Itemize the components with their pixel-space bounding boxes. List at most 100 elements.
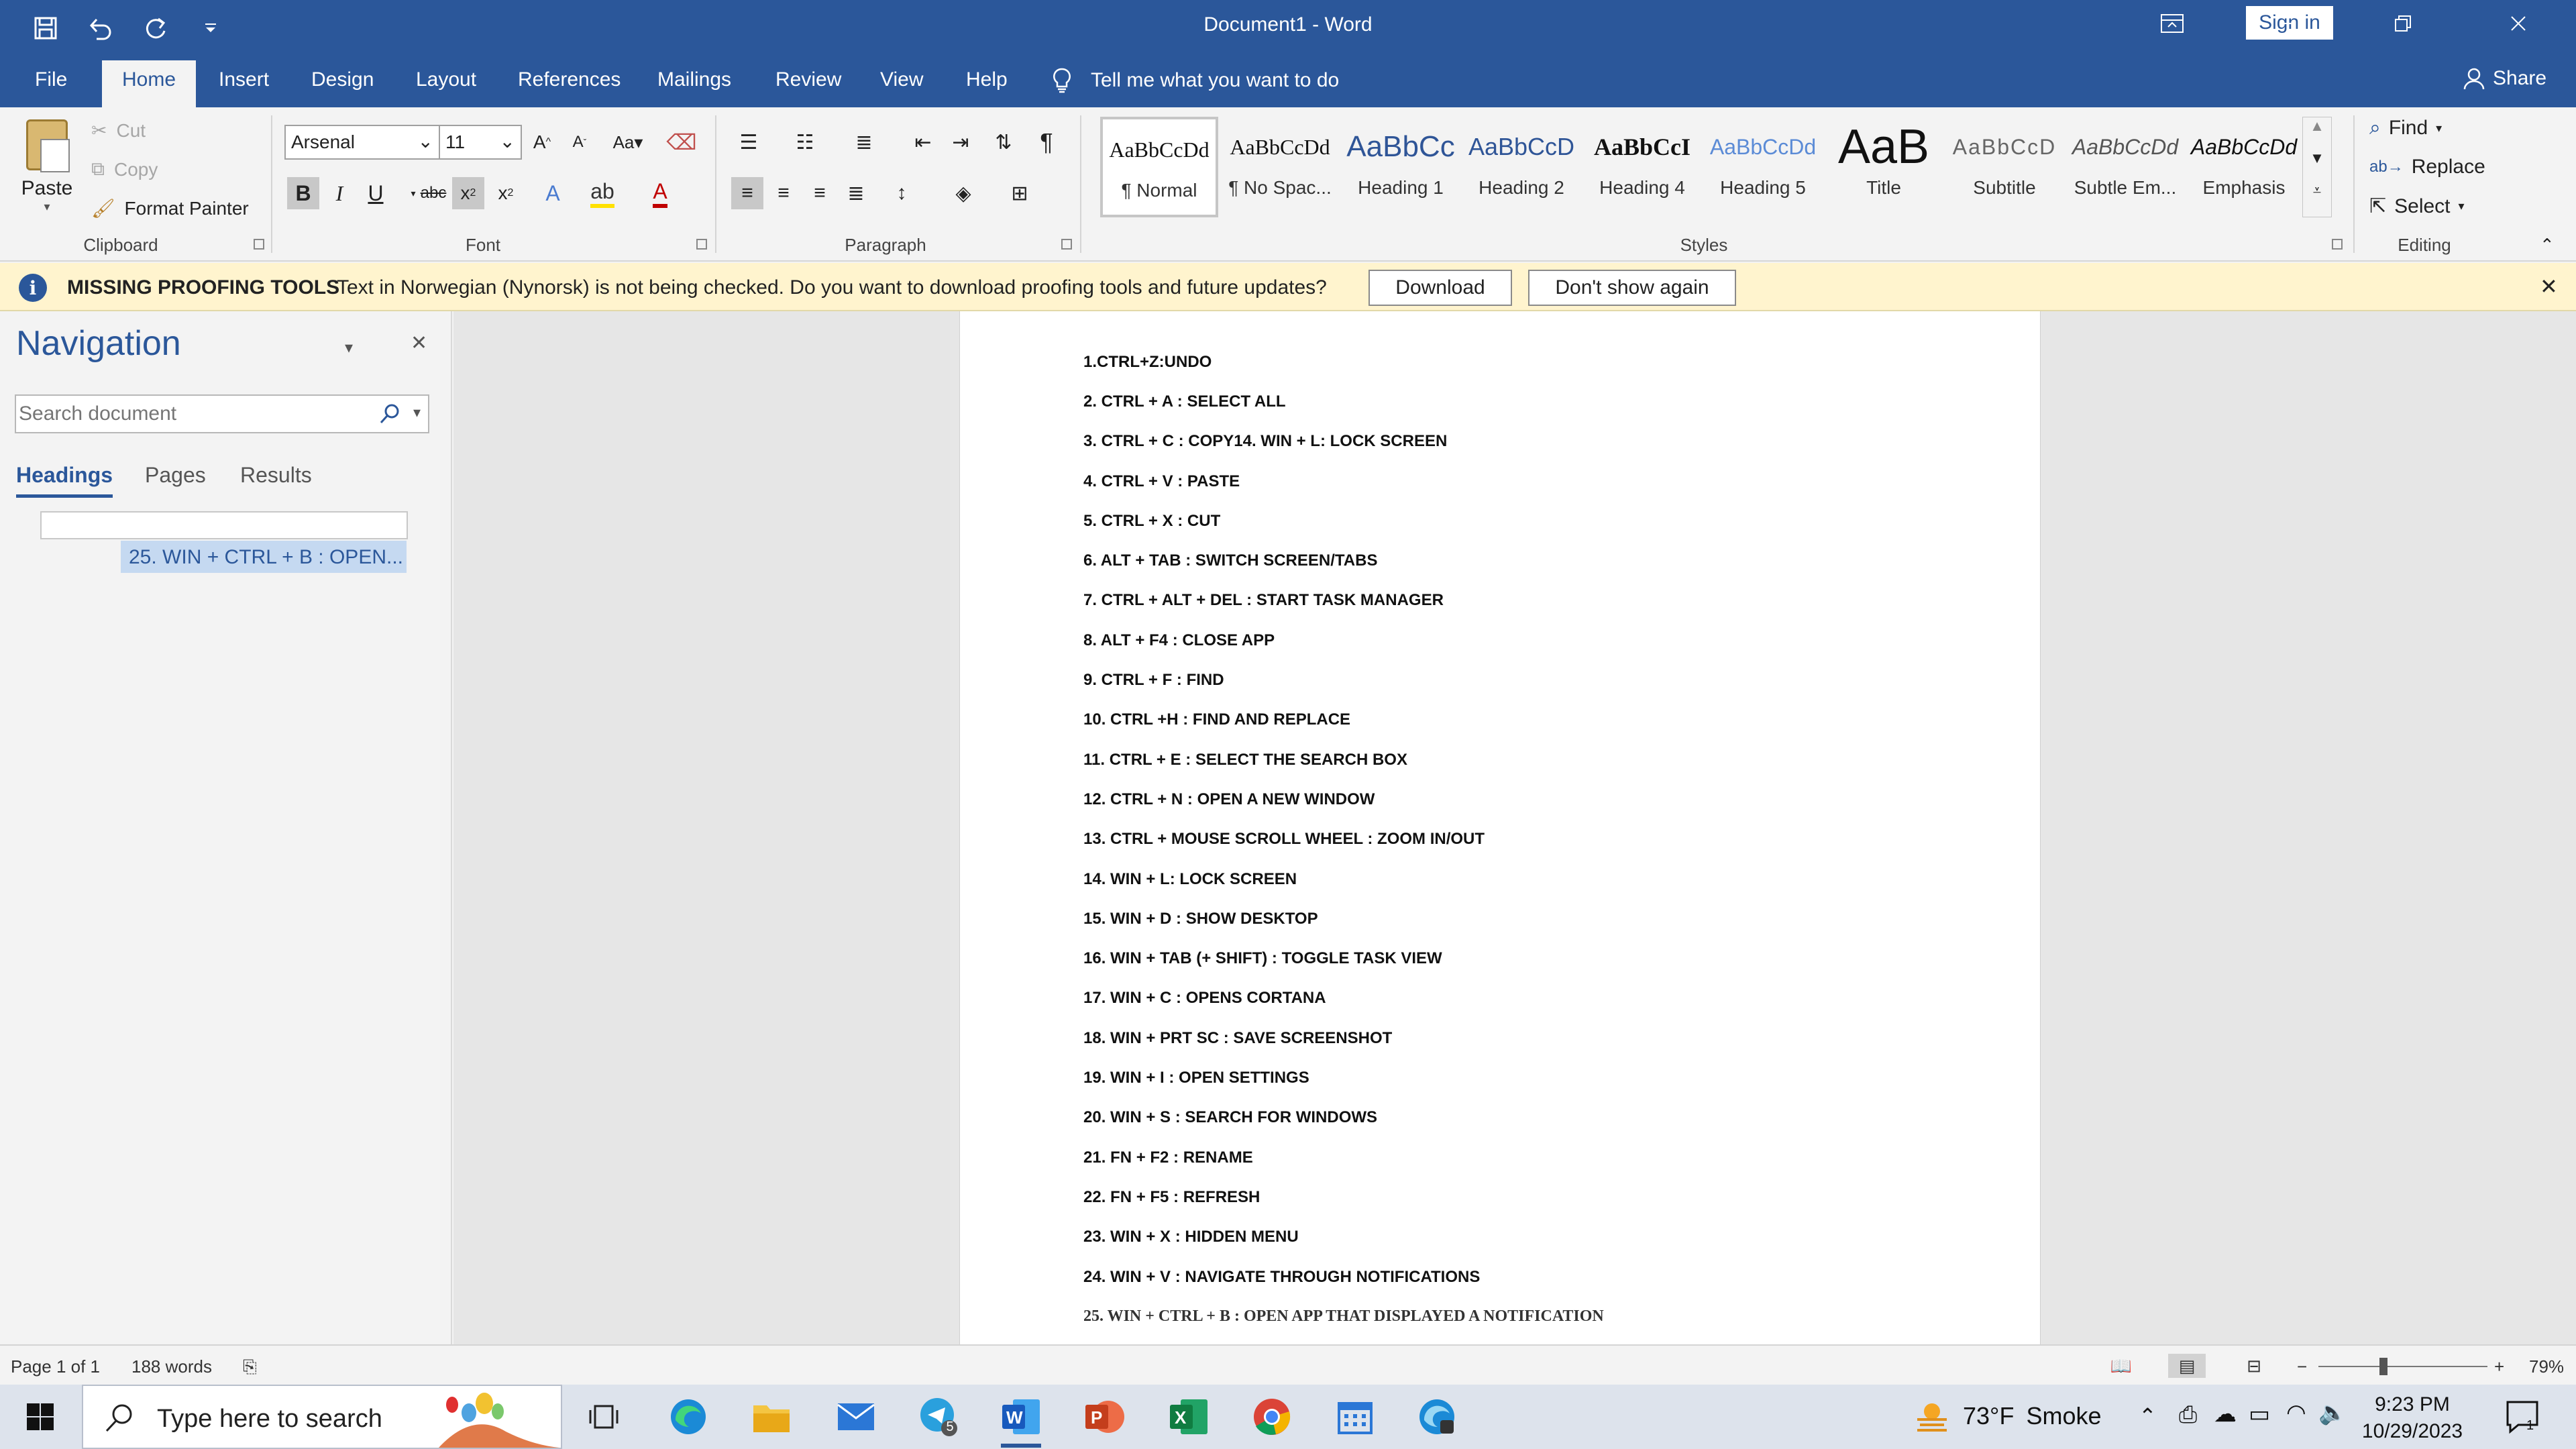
style-heading-1[interactable]: AaBbCc Heading 1	[1342, 117, 1460, 217]
style-heading-4[interactable]: AaBbCcI Heading 4	[1583, 117, 1701, 217]
tab-review[interactable]: Review	[775, 68, 841, 91]
justify-icon[interactable]: ≣	[840, 177, 872, 209]
calendar-icon[interactable]	[1331, 1393, 1379, 1441]
word-taskbar-icon[interactable]: W	[997, 1393, 1045, 1441]
tab-pages[interactable]: Pages	[145, 463, 206, 488]
dont-show-again-button[interactable]: Don't show again	[1528, 270, 1736, 306]
replace-button[interactable]: ab→ Replace	[2369, 156, 2485, 178]
format-painter-button[interactable]: 🖌 Format Painter	[91, 197, 249, 219]
borders-icon[interactable]: ⊞	[1004, 177, 1036, 209]
document-line[interactable]: 1.CTRL+Z:UNDO	[1083, 353, 1212, 372]
document-line[interactable]: 22. FN + F5 : REFRESH	[1083, 1188, 1260, 1207]
document-page[interactable]: 1.CTRL+Z:UNDO 2. CTRL + A : SELECT ALL 3…	[959, 311, 2041, 1344]
zoom-out-icon[interactable]: −	[2297, 1356, 2307, 1377]
style-normal[interactable]: AaBbCcDd ¶ Normal	[1100, 117, 1218, 217]
font-size-box[interactable]: 11 ⌄	[439, 125, 522, 160]
system-clock[interactable]: 9:23 PM 10/29/2023	[2345, 1391, 2479, 1445]
document-line[interactable]: 13. CTRL + MOUSE SCROLL WHEEL : ZOOM IN/…	[1083, 830, 1485, 849]
styles-launcher-icon[interactable]	[2332, 239, 2343, 250]
file-explorer-icon[interactable]	[747, 1393, 796, 1441]
battery-icon[interactable]: ▭	[2249, 1401, 2270, 1428]
zoom-in-icon[interactable]: +	[2494, 1356, 2504, 1377]
close-window-icon[interactable]	[2461, 0, 2576, 47]
weather-widget[interactable]: 73°F Smoke	[1913, 1399, 2101, 1433]
edge-icon[interactable]	[664, 1393, 712, 1441]
meet-now-icon[interactable]: ⎙	[2179, 1402, 2197, 1428]
restore-icon[interactable]	[2345, 0, 2461, 47]
font-color-icon[interactable]: A	[644, 177, 676, 209]
style-title[interactable]: AaB Title	[1825, 117, 1943, 217]
subscript-icon[interactable]: x2	[452, 177, 484, 209]
search-input[interactable]	[19, 400, 368, 428]
excel-icon[interactable]: X	[1165, 1393, 1213, 1441]
increase-indent-icon[interactable]: ⇥	[945, 126, 977, 158]
tab-home[interactable]: Home	[102, 60, 197, 107]
document-line[interactable]: 24. WIN + V : NAVIGATE THROUGH NOTIFICAT…	[1083, 1268, 1480, 1287]
proofing-icon[interactable]: ⎘	[243, 1356, 257, 1378]
text-effects-icon[interactable]: A	[537, 177, 569, 209]
onedrive-icon[interactable]: ☁	[2214, 1401, 2237, 1428]
style-no-spacing[interactable]: AaBbCcDd ¶ No Spac...	[1221, 117, 1339, 217]
document-line[interactable]: 3. CTRL + C : COPY14. WIN + L: LOCK SCRE…	[1083, 432, 1447, 451]
document-line[interactable]: 20. WIN + S : SEARCH FOR WINDOWS	[1083, 1108, 1377, 1127]
task-view-icon[interactable]	[580, 1393, 628, 1441]
style-heading-5[interactable]: AaBbCcDd Heading 5	[1704, 117, 1822, 217]
style-subtle-emphasis[interactable]: AaBbCcDd Subtle Em...	[2066, 117, 2184, 217]
document-line[interactable]: 17. WIN + C : OPENS CORTANA	[1083, 989, 1326, 1008]
italic-icon[interactable]: I	[323, 177, 356, 209]
wifi-icon[interactable]: ◠	[2286, 1399, 2306, 1426]
ribbon-display-options-icon[interactable]	[2114, 0, 2230, 47]
search-icon[interactable]	[378, 402, 401, 425]
heading-item-empty[interactable]	[40, 511, 408, 539]
superscript-icon[interactable]: x2	[490, 177, 522, 209]
close-icon[interactable]: ✕	[2540, 274, 2558, 299]
document-line[interactable]: 14. WIN + L: LOCK SCREEN	[1083, 870, 1297, 889]
tell-me-box[interactable]: Tell me what you want to do	[1052, 67, 1339, 94]
windows-start-icon[interactable]	[16, 1393, 64, 1441]
edge-beta-icon[interactable]	[1413, 1393, 1461, 1441]
highlight-icon[interactable]: ab	[586, 177, 619, 209]
tab-mailings[interactable]: Mailings	[657, 68, 731, 91]
mail-icon[interactable]	[832, 1393, 880, 1441]
tab-file[interactable]: File	[35, 68, 67, 91]
print-layout-icon[interactable]: ▤	[2168, 1354, 2206, 1378]
shading-icon[interactable]: ◈	[947, 177, 979, 209]
minimize-icon[interactable]	[2230, 0, 2345, 47]
paste-button[interactable]: Paste ▾	[20, 119, 74, 214]
align-center-icon[interactable]: ≡	[767, 177, 800, 209]
document-line[interactable]: 10. CTRL +H : FIND AND REPLACE	[1083, 710, 1350, 729]
web-layout-icon[interactable]: ⊟	[2235, 1354, 2273, 1378]
chrome-icon[interactable]	[1248, 1393, 1296, 1441]
zoom-slider-thumb[interactable]	[2379, 1358, 2387, 1375]
decrease-indent-icon[interactable]: ⇤	[907, 126, 939, 158]
notifications-icon[interactable]: 1	[2504, 1398, 2541, 1436]
close-pane-icon[interactable]: ✕	[411, 331, 427, 355]
telegram-icon[interactable]: 5	[915, 1393, 963, 1441]
style-heading-2[interactable]: AaBbCcD Heading 2	[1462, 117, 1580, 217]
cut-button[interactable]: ✂ Cut	[91, 119, 146, 142]
document-line[interactable]: 5. CTRL + X : CUT	[1083, 512, 1220, 531]
copy-button[interactable]: ⧉ Copy	[91, 158, 158, 180]
document-line[interactable]: 16. WIN + TAB (+ SHIFT) : TOGGLE TASK VI…	[1083, 949, 1442, 968]
change-case-button[interactable]: Aa ▾	[606, 126, 649, 158]
tab-insert[interactable]: Insert	[219, 68, 269, 91]
read-mode-icon[interactable]: 📖	[2102, 1354, 2140, 1378]
paste-dropdown-icon[interactable]: ▾	[20, 200, 74, 214]
bullets-icon[interactable]: ☰	[733, 126, 765, 158]
document-line[interactable]: 21. FN + F2 : RENAME	[1083, 1148, 1253, 1167]
shrink-font-icon[interactable]: Aˇ	[564, 126, 596, 158]
speaker-icon[interactable]: 🔈	[2318, 1399, 2347, 1426]
scroll-down-icon[interactable]: ▼	[2303, 150, 2331, 182]
document-line[interactable]: 19. WIN + I : OPEN SETTINGS	[1083, 1069, 1309, 1087]
zoom-level[interactable]: 79%	[2529, 1356, 2564, 1377]
document-line[interactable]: 23. WIN + X : HIDDEN MENU	[1083, 1228, 1299, 1246]
align-left-icon[interactable]: ≡	[731, 177, 763, 209]
numbering-icon[interactable]: ☷	[789, 126, 821, 158]
document-line[interactable]: 6. ALT + TAB : SWITCH SCREEN/TABS	[1083, 551, 1377, 570]
style-emphasis[interactable]: AaBbCcDd Emphasis	[2187, 117, 2301, 217]
grow-font-icon[interactable]: A ^	[526, 126, 558, 158]
scroll-up-icon[interactable]: ▲	[2303, 117, 2331, 150]
tab-help[interactable]: Help	[966, 68, 1008, 91]
show-hidden-icons-icon[interactable]: ⌃	[2139, 1403, 2157, 1429]
sort-icon[interactable]: ⇅	[987, 126, 1020, 158]
